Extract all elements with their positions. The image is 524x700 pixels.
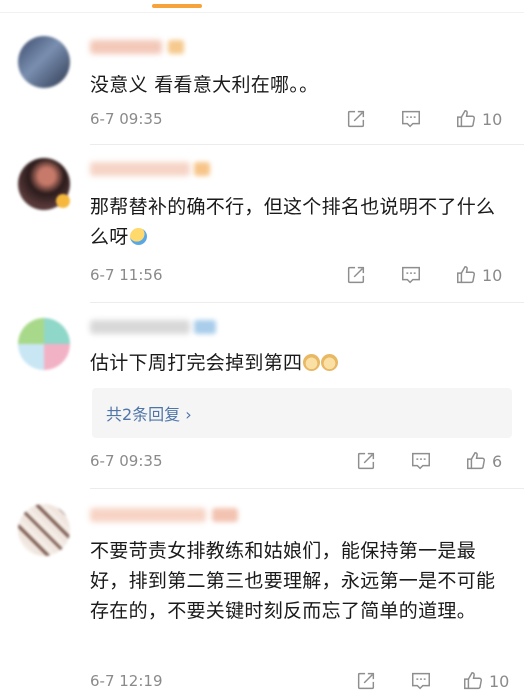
cat-emoji-icon <box>321 354 339 371</box>
share-button[interactable] <box>345 262 367 288</box>
divider <box>90 302 524 303</box>
comment-text: 那帮替补的确不行，但这个排名也说明不了什么么呀 <box>90 192 510 252</box>
comment-button[interactable] <box>410 668 432 694</box>
thumb-up-icon <box>457 266 475 284</box>
thumb-up-icon <box>467 452 485 470</box>
thumb-up-icon <box>464 672 482 690</box>
share-button[interactable] <box>345 106 367 132</box>
badge-blurred <box>212 508 238 522</box>
badge-blurred <box>56 194 70 208</box>
comment-icon <box>402 266 420 284</box>
avatar[interactable] <box>18 36 70 88</box>
thumb-up-icon <box>457 110 475 128</box>
share-icon <box>357 452 375 470</box>
username-blurred[interactable] <box>90 162 190 176</box>
emoji-icon <box>129 228 147 245</box>
share-icon <box>347 266 365 284</box>
divider <box>90 144 524 145</box>
like-count: 6 <box>492 451 503 471</box>
comment-text-content: 那帮替补的确不行，但这个排名也说明不了什么么呀 <box>90 196 496 248</box>
comment-button[interactable] <box>400 106 422 132</box>
comment-button[interactable] <box>410 448 432 474</box>
badge-blurred <box>194 162 210 176</box>
username-blurred[interactable] <box>90 320 190 334</box>
avatar[interactable] <box>18 504 70 556</box>
share-button[interactable] <box>355 448 377 474</box>
comment-text: 估计下周打完会掉到第四 <box>90 348 510 378</box>
active-tab-indicator <box>152 4 202 8</box>
like-count: 10 <box>482 265 503 285</box>
comment-text: 不要苛责女排教练和姑娘们，能保持第一是最好，排到第二第三也要理解，永远第一是不可… <box>90 540 496 622</box>
like-button[interactable]: 10 <box>462 668 509 694</box>
comment-time: 6-7 09:35 <box>90 452 163 470</box>
like-count: 10 <box>489 671 510 691</box>
badge-blurred <box>194 320 216 334</box>
comment-text: 没意义 看看意大利在哪。。 <box>90 74 319 96</box>
share-button[interactable] <box>355 668 377 694</box>
like-button[interactable]: 10 <box>455 262 502 288</box>
share-icon <box>357 672 375 690</box>
comment-icon <box>412 452 430 470</box>
comment-icon <box>402 110 420 128</box>
comment-time: 6-7 11:56 <box>90 266 163 284</box>
comment-button[interactable] <box>400 262 422 288</box>
badge-blurred <box>168 40 184 54</box>
username-blurred[interactable] <box>90 40 162 54</box>
comment-text-content: 估计下周打完会掉到第四 <box>90 352 303 374</box>
replies-label: 共2条回复 › <box>106 405 192 424</box>
view-replies-button[interactable]: 共2条回复 › <box>92 388 512 438</box>
like-count: 10 <box>482 109 503 129</box>
comment-time: 6-7 12:19 <box>90 672 163 690</box>
divider <box>90 488 524 489</box>
cat-emoji-icon <box>303 354 321 371</box>
comment-icon <box>412 672 430 690</box>
like-button[interactable]: 10 <box>455 106 502 132</box>
divider <box>0 12 524 13</box>
share-icon <box>347 110 365 128</box>
avatar[interactable] <box>18 318 70 370</box>
comment-time: 6-7 09:35 <box>90 110 163 128</box>
username-blurred[interactable] <box>90 508 206 522</box>
like-button[interactable]: 6 <box>465 448 502 474</box>
